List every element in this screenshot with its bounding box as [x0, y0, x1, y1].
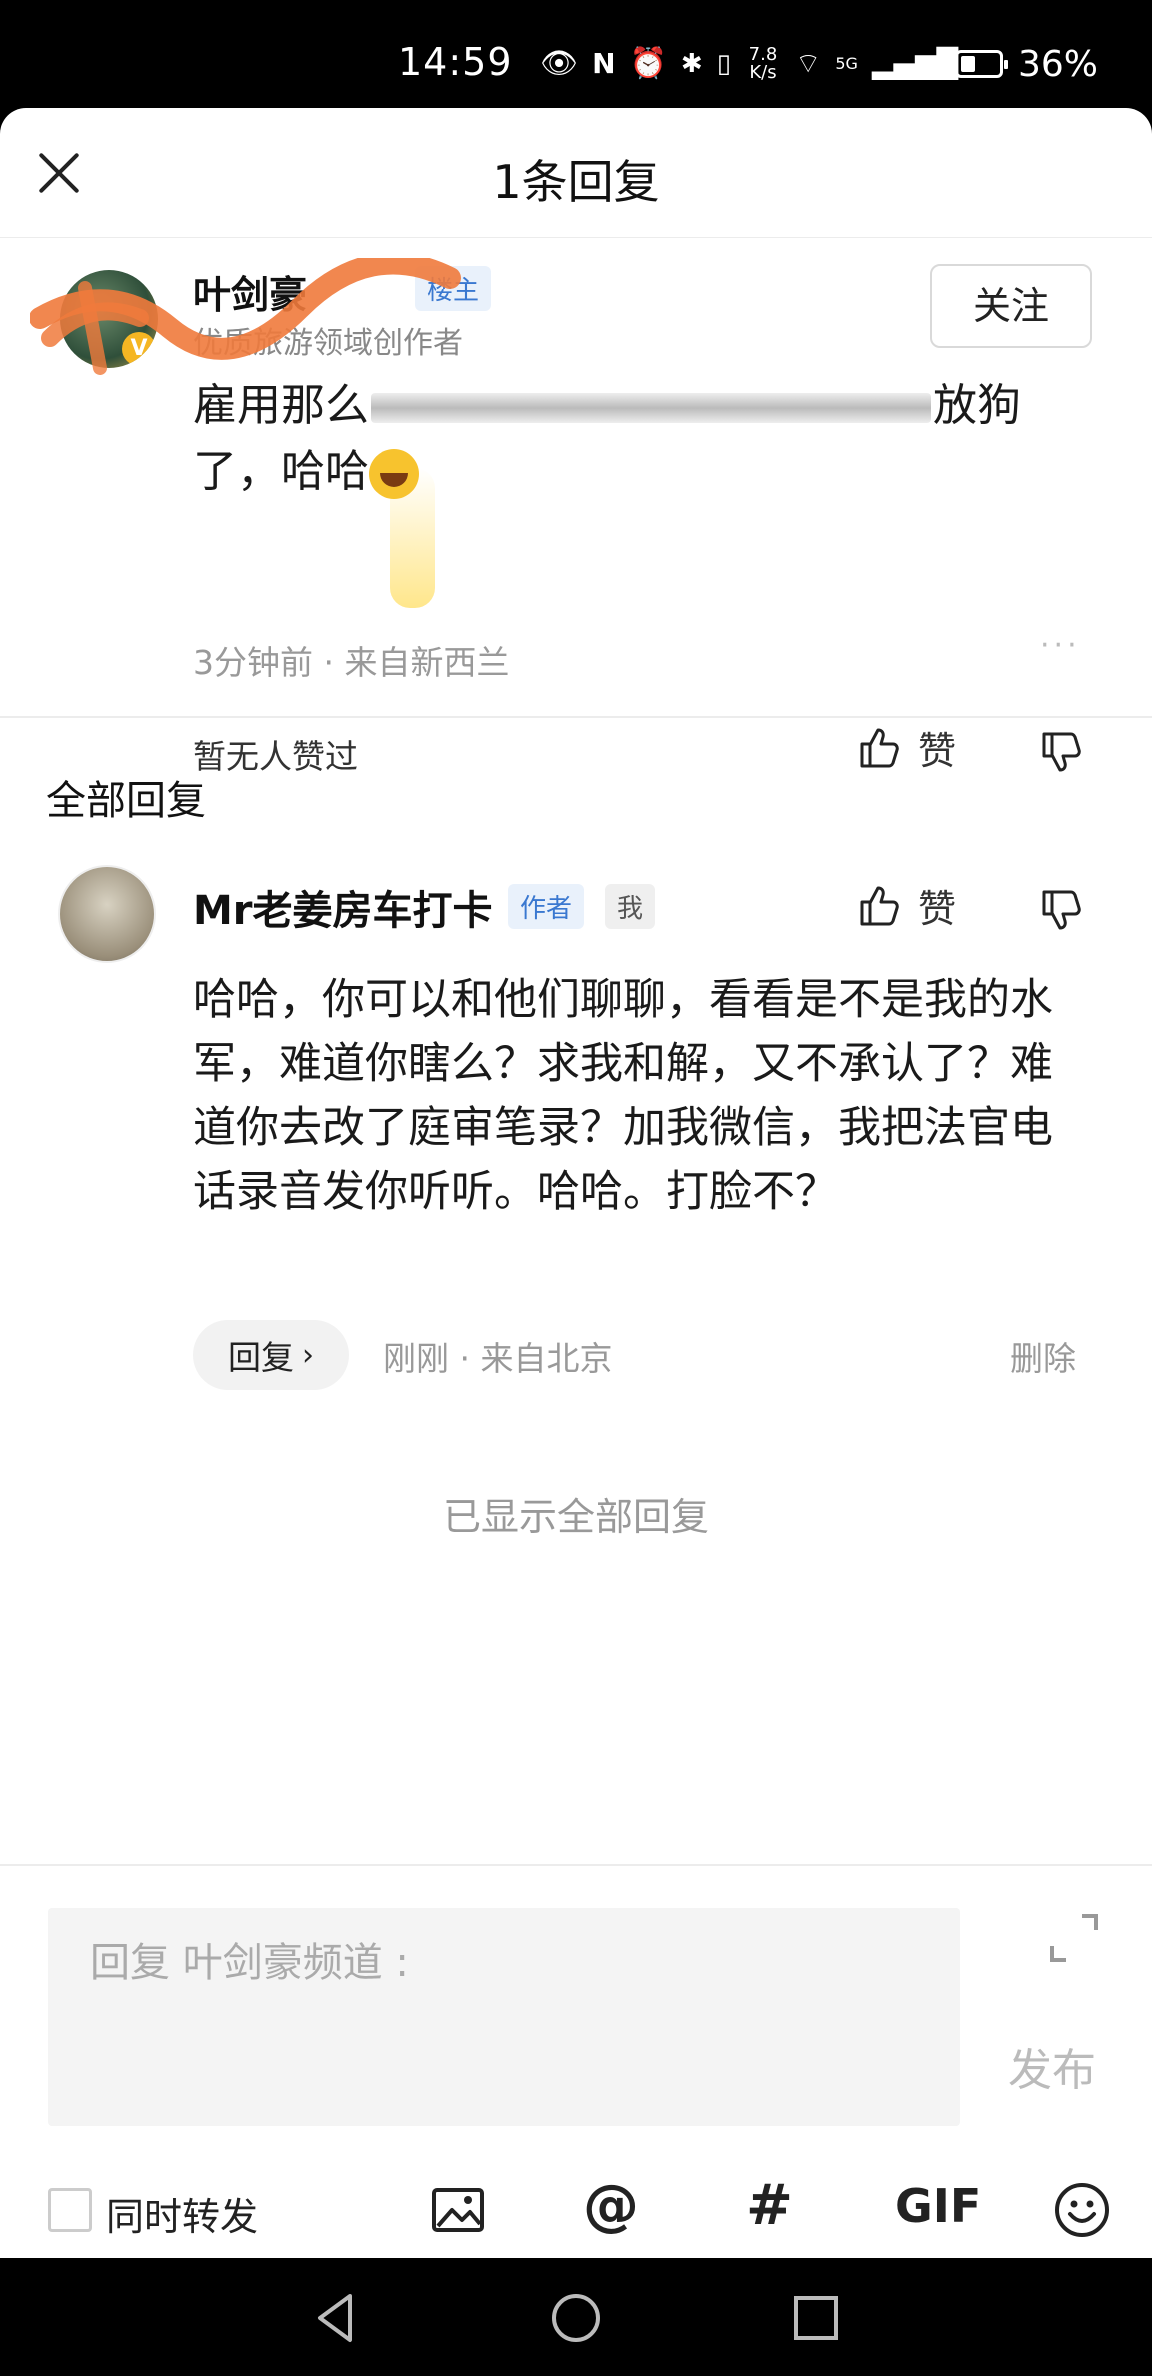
op-tag: 楼主	[415, 266, 492, 311]
poster-avatar[interactable]: V	[60, 270, 158, 368]
poster-name[interactable]: 叶剑豪	[193, 264, 307, 319]
reply-time: 刚刚	[383, 1339, 449, 1378]
reply-composer: 发布 同时转发 @ # GIF	[0, 1864, 1152, 2258]
like-label: 赞	[918, 729, 957, 773]
likes-summary: 暂无人赞过	[193, 737, 358, 776]
sheet-header: 1条回复	[0, 108, 1152, 238]
composer-toolbar: 同时转发 @ # GIF	[0, 2156, 1152, 2256]
status-time: 14:59	[398, 40, 513, 84]
back-icon[interactable]	[306, 2288, 366, 2348]
thumbs-up-icon	[860, 728, 899, 767]
repost-checkbox[interactable]	[48, 2188, 92, 2232]
grin-emoji-icon	[369, 449, 419, 499]
chevron-right-icon: ›	[302, 1337, 314, 1373]
poster-subtitle: 优质旅游领域创作者	[193, 326, 463, 361]
page-title: 1条回复	[492, 155, 660, 209]
reply-location: 来自北京	[480, 1339, 613, 1378]
repost-label[interactable]: 同时转发	[106, 2186, 258, 2241]
recents-icon[interactable]	[786, 2288, 846, 2348]
original-meta: 3分钟前 · 来自新西兰	[193, 643, 510, 682]
status-icons: 👁 N ⏰ ✱ ▯ 7.8 K/s ⌔ 5G ▂▄▆█	[540, 44, 958, 84]
verified-badge-icon: V	[122, 332, 156, 366]
original-text-start: 雇用那么	[193, 380, 369, 431]
redacted-text	[371, 393, 931, 423]
gif-icon[interactable]: GIF	[895, 2174, 981, 2238]
reply-button[interactable]: 回复 ›	[193, 1320, 349, 1390]
eye-icon: 👁	[540, 46, 579, 81]
author-tag: 作者	[508, 884, 585, 929]
status-bar: 14:59 👁 N ⏰ ✱ ▯ 7.8 K/s ⌔ 5G ▂▄▆█ 36%	[0, 0, 1152, 108]
me-tag: 我	[605, 884, 656, 929]
all-replies-title: 全部回复	[46, 778, 206, 824]
network-type: 5G	[835, 54, 858, 73]
reply-author-name[interactable]: Mr老姜房车打卡	[193, 878, 493, 936]
thumbs-up-icon	[860, 886, 899, 925]
reply-meta: 刚刚 · 来自北京	[383, 1339, 613, 1378]
emoji-icon[interactable]	[1052, 2180, 1112, 2240]
reply-like-button[interactable]: 赞	[856, 878, 956, 933]
bluetooth-icon: ✱	[680, 49, 703, 79]
reply-input[interactable]	[48, 1908, 960, 2126]
mention-icon[interactable]: @	[583, 2174, 639, 2238]
thumbs-down-icon[interactable]	[1038, 886, 1086, 934]
original-location: 来自新西兰	[344, 643, 510, 682]
expand-icon[interactable]	[1046, 1910, 1102, 1966]
original-time: 3分钟前	[193, 643, 313, 682]
wifi-icon: ⌔	[795, 47, 822, 80]
original-text-end: 放狗	[933, 380, 1021, 431]
vibrate-icon: ▯	[716, 49, 731, 79]
signal-icon: ▂▄▆█	[871, 47, 959, 80]
reply-text: 哈哈，你可以和他们聊聊，看看是不是我的水军，难道你瞎么？求我和解，又不承认了？难…	[193, 975, 1053, 1217]
system-nav-bar	[0, 2258, 1152, 2376]
follow-button[interactable]: 关注	[930, 264, 1092, 348]
more-options-icon[interactable]: ···	[1040, 628, 1081, 663]
original-like-button[interactable]: 赞	[856, 720, 956, 775]
publish-button[interactable]: 发布	[1008, 2034, 1096, 2098]
nfc-icon: N	[592, 47, 616, 80]
original-text-line2: 了，哈哈	[193, 446, 369, 497]
net-speed: 7.8 K/s	[748, 44, 778, 83]
hashtag-icon[interactable]: #	[746, 2174, 793, 2238]
battery-percent: 36%	[1018, 44, 1099, 85]
reply-button-label: 回复	[228, 1338, 294, 1377]
delete-button[interactable]: 删除	[1010, 1332, 1076, 1380]
home-icon[interactable]	[546, 2288, 606, 2348]
thumbs-down-icon[interactable]	[1038, 728, 1086, 776]
reply-avatar[interactable]	[58, 865, 156, 963]
section-divider	[0, 716, 1152, 718]
all-replies-shown: 已显示全部回复	[442, 1495, 709, 1539]
alarm-icon: ⏰	[629, 46, 667, 81]
reply-sheet: 1条回复 V 叶剑豪 楼主 优质旅游领域创作者 关注 雇用那么 放狗 了，哈哈 3…	[0, 108, 1152, 2258]
like-label: 赞	[918, 887, 957, 931]
battery-icon	[955, 50, 1008, 78]
original-comment-text: 雇用那么 放狗 了，哈哈	[193, 373, 1073, 505]
image-icon[interactable]	[428, 2180, 488, 2240]
